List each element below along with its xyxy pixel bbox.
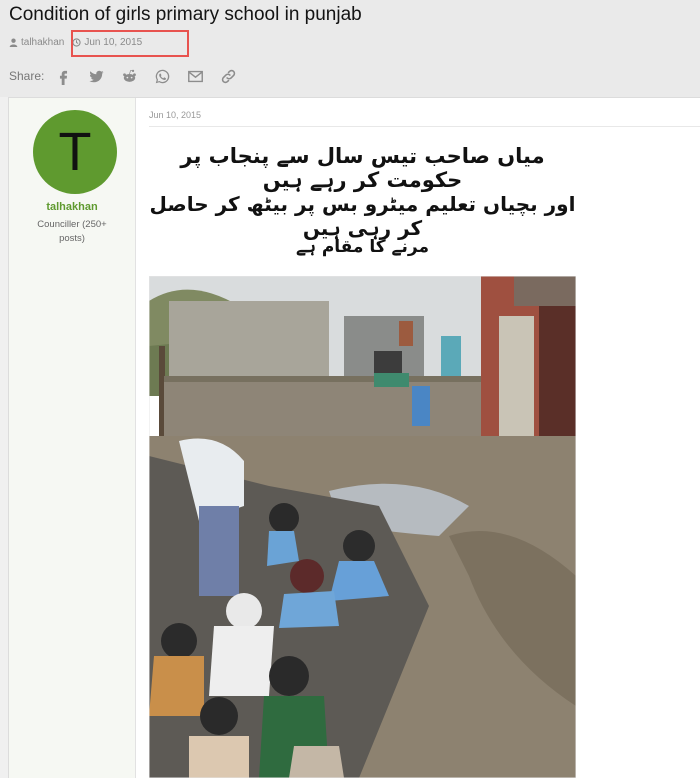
share-row: Share: (9, 67, 252, 85)
post-divider (149, 126, 700, 127)
whatsapp-icon[interactable] (153, 67, 171, 85)
thread-author-link[interactable]: talhakhan (21, 37, 64, 48)
reddit-icon[interactable] (120, 67, 138, 85)
share-label: Share: (9, 69, 45, 83)
avatar[interactable]: T (33, 110, 117, 194)
post-container: T talhakhan Counciller (250+ posts) Jun … (8, 97, 700, 778)
thread-header: Condition of girls primary school in pun… (0, 0, 700, 97)
school-photo (149, 276, 576, 778)
image-caption-panel: میاں صاحب تیس سال سے پنجاب پر حکومت کر ر… (149, 136, 576, 276)
post-date[interactable]: Jun 10, 2015 (149, 110, 201, 120)
thread-title: Condition of girls primary school in pun… (9, 4, 362, 25)
user-icon (9, 38, 18, 47)
twitter-icon[interactable] (87, 67, 105, 85)
user-title: Counciller (250+ posts) (37, 219, 107, 244)
image-caption-line-1: میاں صاحب تیس سال سے پنجاب پر حکومت کر ر… (180, 144, 545, 192)
image-caption-line-2: اور بچیاں تعلیم میٹرو بس پر بیٹھ کر حاصل… (149, 192, 576, 240)
link-icon[interactable] (219, 67, 237, 85)
facebook-icon[interactable] (54, 67, 72, 85)
email-icon[interactable] (186, 67, 204, 85)
date-highlight-box (71, 30, 189, 57)
post-image[interactable]: میاں صاحب تیس سال سے پنجاب پر حکومت کر ر… (149, 136, 576, 778)
post-user-column: T talhakhan Counciller (250+ posts) (9, 98, 136, 778)
image-caption-line-3: مرنے کا مقام ہے (296, 237, 429, 257)
post-username[interactable]: talhakhan (9, 201, 135, 213)
